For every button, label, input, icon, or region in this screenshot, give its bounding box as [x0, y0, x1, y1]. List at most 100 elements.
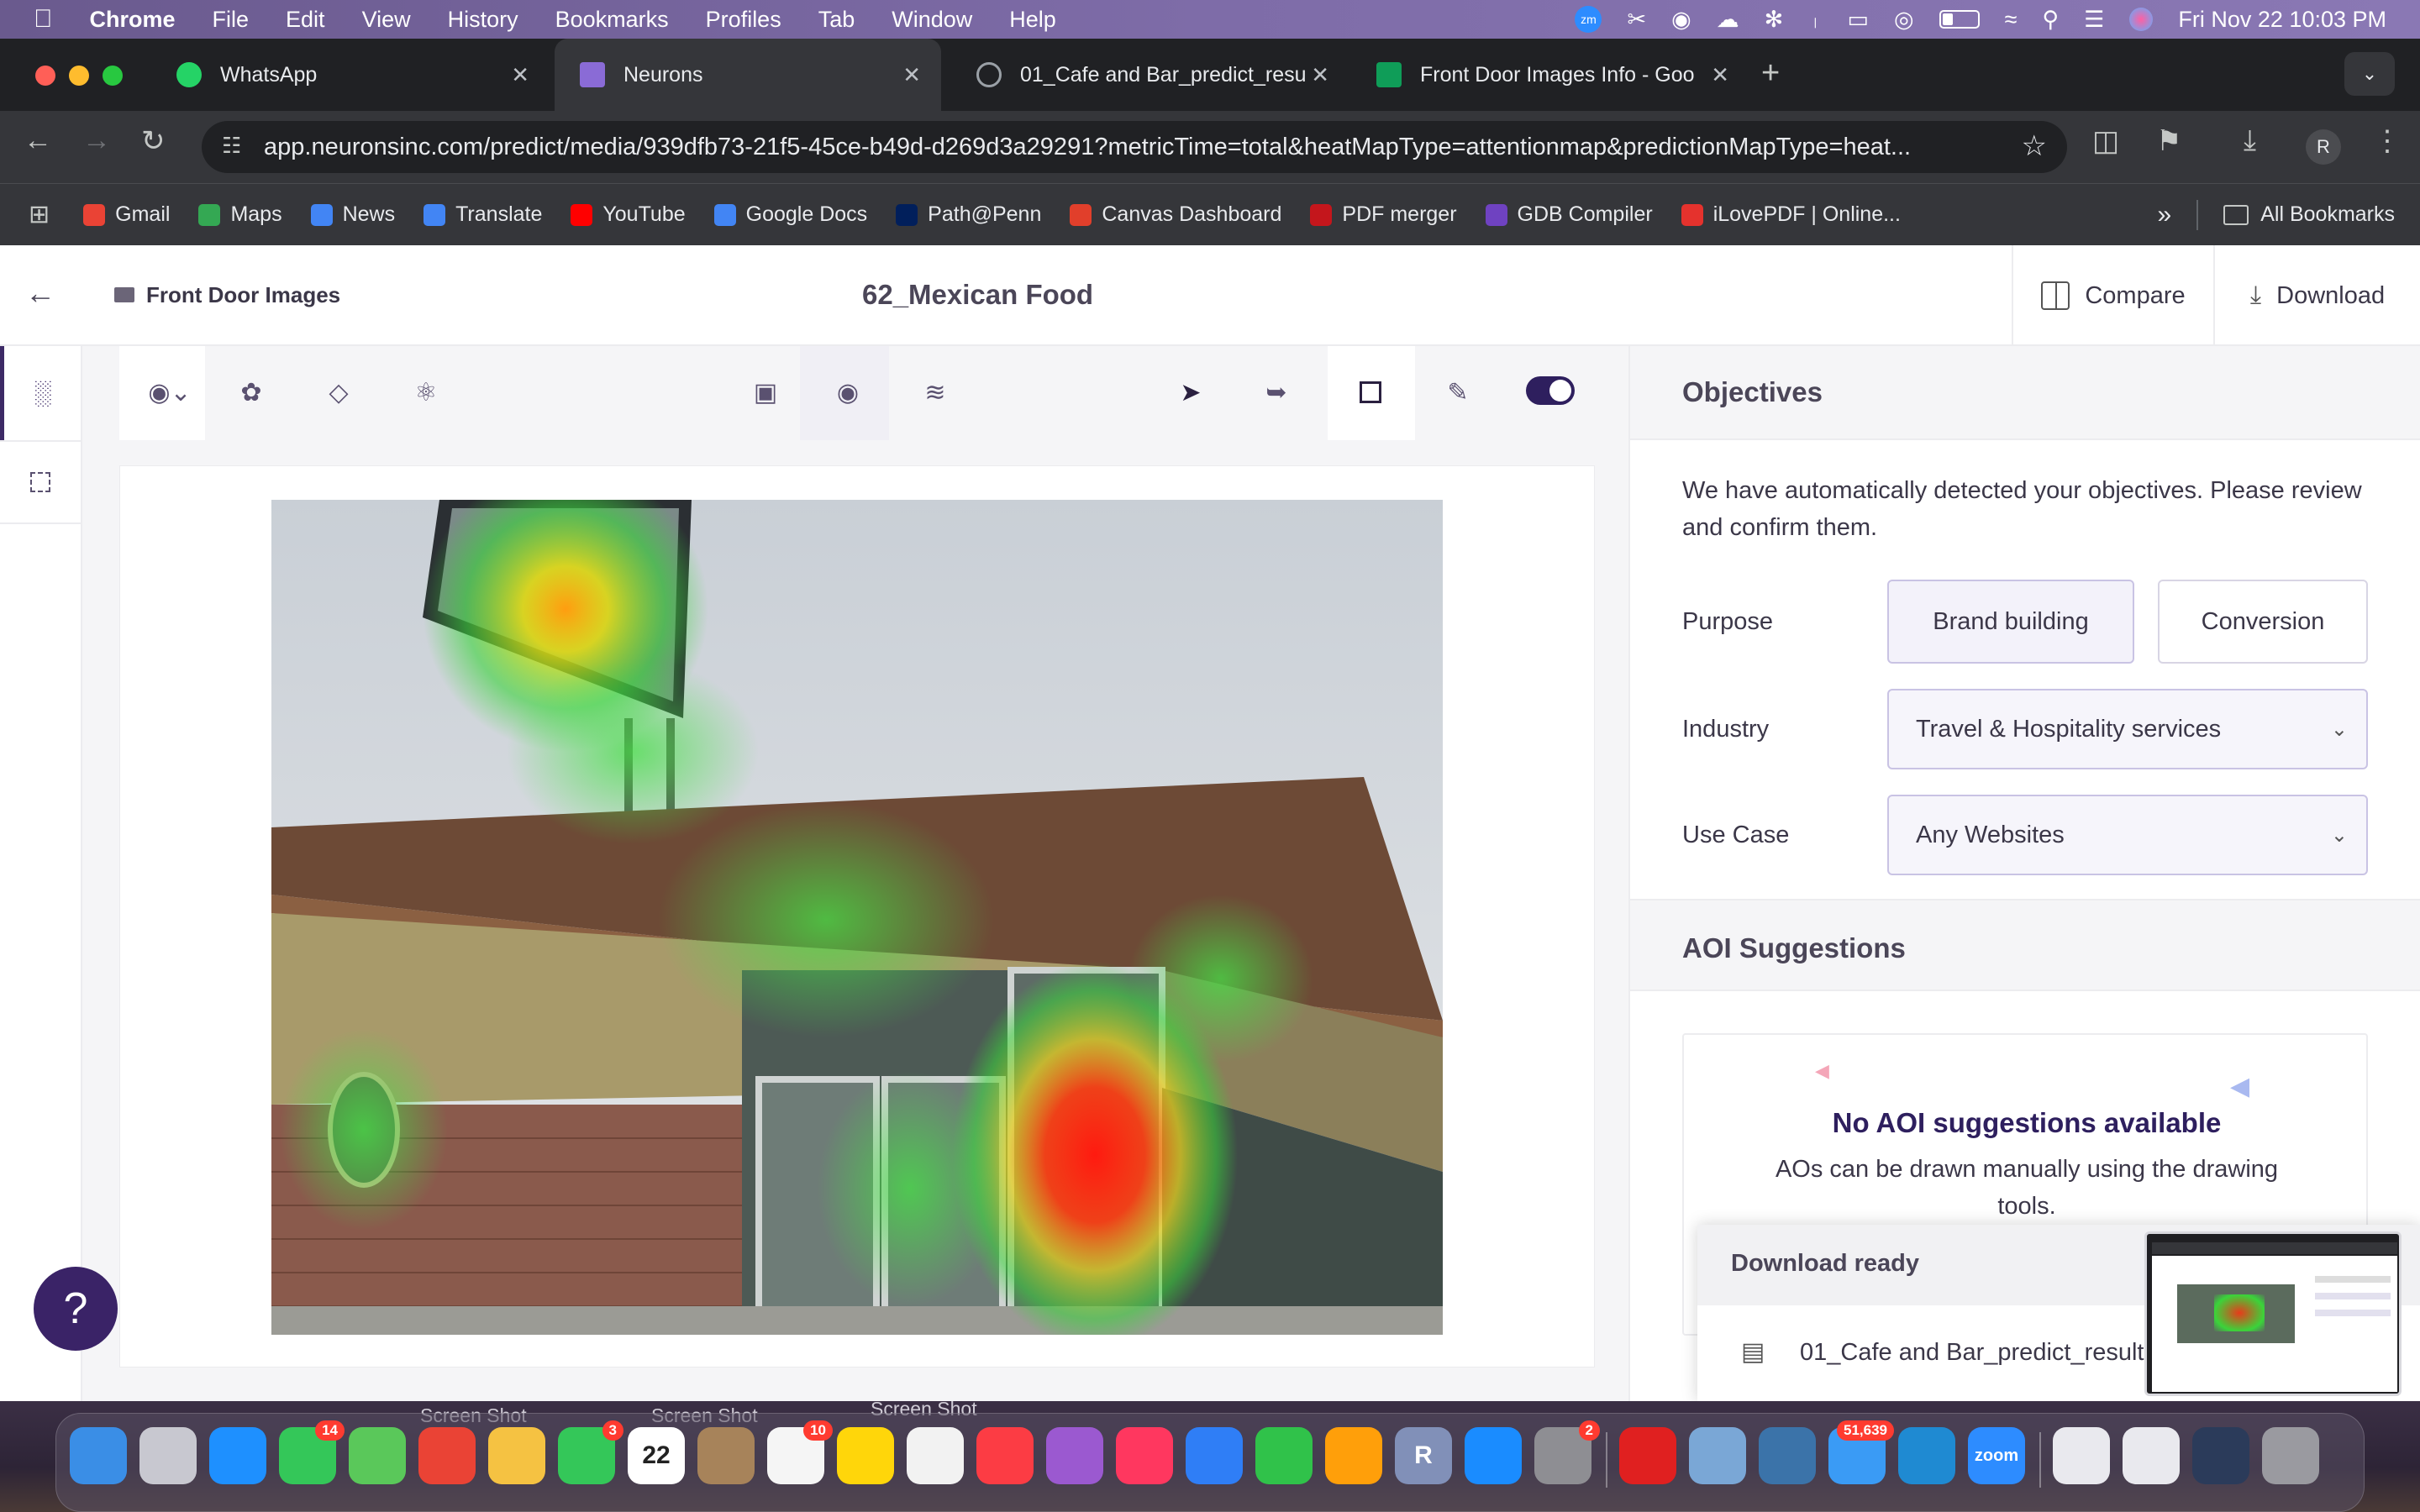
pointer-filled-icon[interactable]: ➤ — [1168, 370, 1213, 415]
toggle-switch[interactable] — [1526, 376, 1575, 405]
rectangle-icon[interactable] — [1348, 370, 1393, 415]
menu-profiles[interactable]: Profiles — [706, 7, 781, 33]
bookmark-star-icon[interactable]: ☆ — [2022, 129, 2047, 163]
calendar-icon[interactable]: 22 — [628, 1427, 685, 1484]
scissors-icon[interactable] — [1689, 1427, 1746, 1484]
bookmark-item[interactable]: Maps — [198, 202, 282, 227]
all-bookmarks-link[interactable]: All Bookmarks — [2260, 202, 2395, 227]
zoom-window-button[interactable] — [103, 66, 123, 86]
maps-icon[interactable] — [349, 1427, 406, 1484]
more-bookmarks-icon[interactable]: » — [2158, 201, 2172, 229]
tab-search-button[interactable]: ⌄ — [2344, 52, 2395, 96]
translate-icon[interactable]: ◫ — [2092, 124, 2119, 158]
doc-thumb-1-icon[interactable] — [2053, 1427, 2110, 1484]
tab-whatsapp[interactable]: WhatsApp ✕ — [151, 39, 550, 111]
compare-button[interactable]: Compare — [2012, 245, 2213, 346]
news-icon[interactable] — [1116, 1427, 1173, 1484]
menu-view[interactable]: View — [362, 7, 411, 33]
zoom-status-icon[interactable]: zm — [1575, 6, 1602, 33]
apple-icon[interactable]:  — [34, 5, 53, 34]
menu-bookmarks[interactable]: Bookmarks — [555, 7, 669, 33]
bookmark-item[interactable]: Google Docs — [713, 202, 867, 227]
r-icon[interactable]: R — [1395, 1427, 1452, 1484]
pen-icon[interactable]: ✎ — [1435, 370, 1481, 415]
new-tab-button[interactable]: + — [1761, 55, 1780, 92]
menu-tab[interactable]: Tab — [818, 7, 855, 33]
wifi-icon[interactable]: ≈ — [2005, 7, 2018, 33]
tab-front-door-sheet[interactable]: Front Door Images Info - Goo ✕ — [1351, 39, 1749, 111]
minimize-window-button[interactable] — [69, 66, 89, 86]
bookmark-item[interactable]: News — [310, 202, 395, 227]
reminders-icon[interactable]: 10 — [767, 1420, 833, 1484]
freeform-icon[interactable] — [907, 1427, 964, 1484]
back-arrow-icon[interactable]: ← — [25, 276, 55, 311]
menu-clock[interactable]: Fri Nov 22 10:03 PM — [2178, 7, 2386, 33]
zoom-icon[interactable]: zoom — [1968, 1427, 2025, 1484]
trash-icon[interactable] — [2262, 1427, 2319, 1484]
back-button[interactable]: ← — [24, 124, 52, 157]
diamond-icon[interactable]: ◇ — [316, 370, 361, 415]
forward-button[interactable]: → — [82, 124, 111, 157]
pages-icon[interactable] — [1325, 1427, 1382, 1484]
site-info-icon[interactable]: ☷ — [222, 133, 241, 159]
menu-window[interactable]: Window — [892, 7, 972, 33]
download-icon[interactable]: ⤓ — [2244, 124, 2256, 157]
bookmark-item[interactable]: Translate — [424, 202, 542, 227]
music-icon[interactable] — [976, 1427, 1034, 1484]
safari-icon[interactable] — [209, 1427, 266, 1484]
vpn-status-icon[interactable]: ◉ — [1671, 7, 1691, 33]
display-icon[interactable]: ▭ — [1847, 7, 1869, 33]
fan-status-icon[interactable]: ✻ — [1765, 7, 1784, 33]
close-window-button[interactable] — [35, 66, 55, 86]
doc-thumb-2-icon[interactable] — [2123, 1427, 2180, 1484]
close-icon[interactable]: ✕ — [902, 62, 921, 88]
profile-avatar[interactable]: R — [2306, 129, 2341, 165]
control-center-icon[interactable]: ☰ — [2084, 7, 2104, 33]
siri-icon[interactable] — [2129, 8, 2154, 31]
menu-file[interactable]: File — [213, 7, 250, 33]
analytics-tab[interactable]: ░ — [0, 346, 81, 440]
close-icon[interactable]: ✕ — [511, 62, 529, 88]
mail-icon[interactable]: 51,639 — [1828, 1420, 1894, 1484]
bookmark-item[interactable]: PDF merger — [1310, 202, 1457, 227]
menu-history[interactable]: History — [448, 7, 518, 33]
menu-edit[interactable]: Edit — [286, 7, 325, 33]
snip-status-icon[interactable]: ✂ — [1627, 7, 1646, 33]
bookmark-item[interactable]: Canvas Dashboard — [1070, 202, 1281, 227]
eye-dropdown-icon[interactable]: ◉⌄ — [136, 370, 203, 415]
acrobat-icon[interactable] — [1619, 1427, 1676, 1484]
bookmark-item[interactable]: Path@Penn — [896, 202, 1041, 227]
purpose-conversion-button[interactable]: Conversion — [2158, 580, 2368, 664]
bookmark-item[interactable]: iLovePDF | Online... — [1681, 202, 1901, 227]
tab-cafe-bar[interactable]: 01_Cafe and Bar_predict_resu ✕ — [951, 39, 1349, 111]
bookmark-item[interactable]: YouTube — [571, 202, 686, 227]
purpose-brand-building-button[interactable]: Brand building — [1887, 580, 2134, 664]
screenshot-thumbnail[interactable] — [2144, 1231, 2402, 1396]
doc-thumb-3-icon[interactable] — [2192, 1427, 2249, 1484]
apps-grid-icon[interactable]: ⊞ — [29, 200, 50, 229]
vscode-icon[interactable] — [1898, 1427, 1955, 1484]
tab-neurons[interactable]: Neurons ✕ — [555, 39, 941, 111]
brain-icon[interactable]: ✿ — [229, 370, 274, 415]
molecule-icon[interactable]: ⚛ — [403, 370, 449, 415]
messages-icon[interactable]: 14 — [279, 1420, 345, 1484]
toast-file-link[interactable]: 01_Cafe and Bar_predict_result — [1800, 1339, 2144, 1367]
download-button[interactable]: ⤓ Download — [2213, 245, 2420, 346]
notes-icon[interactable] — [837, 1427, 894, 1484]
battery-icon[interactable] — [1939, 10, 1980, 29]
close-icon[interactable]: ✕ — [1311, 62, 1329, 88]
breadcrumb[interactable]: Front Door Images — [146, 282, 340, 308]
heatmap-image[interactable] — [271, 500, 1443, 1335]
chrome-icon[interactable] — [418, 1427, 476, 1484]
close-icon[interactable]: ✕ — [1711, 62, 1729, 88]
podcasts-icon[interactable] — [1046, 1427, 1103, 1484]
pointer-outline-icon[interactable]: ➥ — [1254, 370, 1299, 415]
bluetooth-icon[interactable]: ᛧ — [1808, 7, 1822, 33]
fog-icon[interactable]: ≋ — [913, 370, 958, 415]
image-icon[interactable]: ▣ — [743, 370, 788, 415]
crop-tab[interactable] — [0, 440, 81, 524]
address-bar[interactable]: ☷ app.neuronsinc.com/predict/media/939df… — [202, 121, 2067, 173]
extensions-icon[interactable]: ⚑ — [2156, 124, 2181, 158]
chrome-menu-icon[interactable]: ⋮ — [2373, 124, 2402, 158]
usecase-select[interactable]: Any Websites ⌄ — [1887, 795, 2368, 875]
